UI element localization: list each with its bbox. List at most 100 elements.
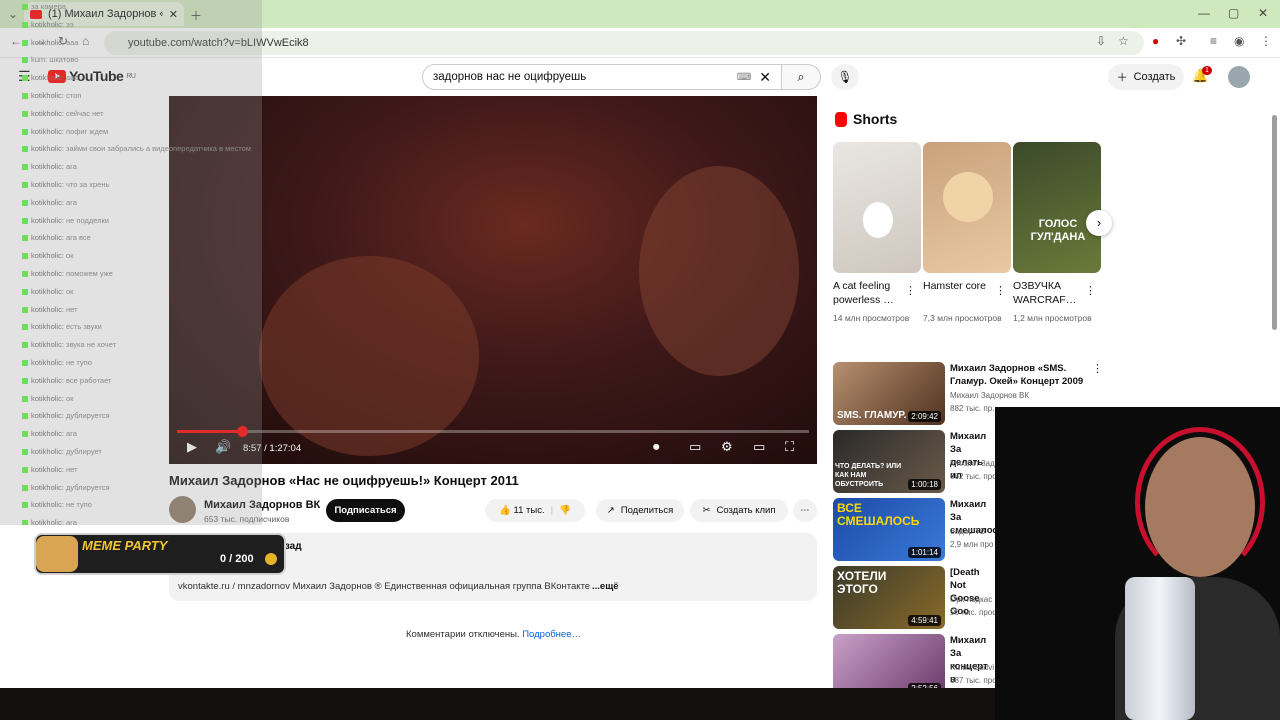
chat-badge-icon	[22, 146, 28, 153]
chat-message: kotikholic: сейчас нет	[22, 109, 104, 118]
settings-gear-icon[interactable]: ⚙	[721, 439, 733, 455]
chat-badge-icon	[22, 21, 28, 28]
chat-nick: kotikholic:	[31, 162, 67, 172]
chat-message: kotikholic: ага	[22, 518, 77, 525]
chat-message: за камера	[22, 2, 66, 11]
headphones	[1135, 427, 1265, 577]
voice-search-button[interactable]: 🎙	[831, 64, 859, 90]
page-scrollbar[interactable]	[1272, 115, 1277, 330]
related-meta: 56 тыс. прос	[950, 608, 995, 617]
search-input[interactable]: задорнов нас не оцифруешь	[433, 71, 737, 83]
subtitles-icon[interactable]: ▭	[689, 439, 701, 455]
more-actions-button[interactable]: ⋯	[793, 499, 817, 522]
related-channel[interactable]: Михаил Задорнов ВК	[950, 390, 1029, 402]
chat-text: дублируется	[66, 482, 110, 492]
chat-message: kotikholic: ок	[22, 287, 73, 296]
chat-text: ага	[66, 429, 77, 439]
video-progress-bar[interactable]	[177, 426, 809, 437]
shorts-heading: Shorts	[835, 111, 897, 127]
chat-badge-icon	[22, 128, 28, 135]
related-title[interactable]: Михаил Задорнов «SMS. Гламур. Окей» Конц…	[950, 362, 1088, 388]
chat-nick: kotikholic:	[31, 19, 67, 29]
related-thumbnail[interactable]: ХОТЕЛИ ЭТОГО 4:59:41	[833, 566, 945, 629]
fullscreen-icon[interactable]: ⛶	[785, 439, 794, 455]
related-channel[interactable]: Орк-подкас	[950, 594, 995, 606]
related-duration: 2:09:42	[908, 411, 941, 422]
short-menu-icon[interactable]: ⋮	[995, 284, 1006, 297]
related-channel[interactable]: Rufus Gudvi	[950, 662, 995, 674]
video-player[interactable]: ▶ 🔊 8:57 / 1:27:04 ⏺ ▭ ⚙ ▭ ⛶	[169, 96, 817, 464]
clip-button[interactable]: ✂ Создать клип	[690, 499, 788, 522]
beer-can	[1125, 577, 1195, 720]
description-more-link[interactable]: ...ещё	[592, 581, 619, 592]
bookmark-star-icon[interactable]: ☆	[1118, 34, 1129, 48]
learn-more-link[interactable]: Подробнее…	[522, 629, 581, 640]
related-thumbnail[interactable]: SMS. ГЛАМУР. 2:09:42	[833, 362, 945, 425]
share-button[interactable]: ↗ Поделиться	[596, 499, 684, 522]
chat-nick: kotikholic:	[31, 180, 67, 189]
chat-badge-icon	[22, 377, 28, 384]
keyboard-icon[interactable]: ⌨	[737, 72, 751, 83]
chat-nick: kotikholic:	[31, 358, 67, 367]
short-menu-icon[interactable]: ⋮	[1085, 284, 1096, 297]
related-meta: 687 тыс. про	[950, 676, 995, 685]
chat-text: ок	[66, 251, 74, 261]
chat-message: kotikholic: нет	[22, 305, 78, 314]
chat-text: ээ	[66, 19, 74, 29]
short-title[interactable]: ОЗВУЧКА WARCRAF…	[1013, 279, 1085, 307]
install-app-icon[interactable]: ⇩	[1096, 34, 1106, 48]
chat-message: kotikholic: не подделки	[22, 216, 109, 225]
chat-nick: kotikholic:	[31, 500, 67, 510]
related-channel[interactable]: Задор ТВ	[950, 526, 995, 538]
search-button[interactable]: ⌕	[781, 64, 821, 90]
related-channel[interactable]: Михаил Задо	[950, 458, 995, 470]
thumbs-down-icon: 👎	[559, 505, 571, 516]
related-menu-icon[interactable]: ⋮	[1092, 362, 1103, 375]
short-thumbnail[interactable]	[923, 142, 1011, 273]
related-thumbnail[interactable]: ЧТО ДЕЛАТЬ? ИЛИ КАК НАМ ОБУСТРОИТЬ 1:00:…	[833, 430, 945, 493]
short-cat-figure	[863, 202, 893, 238]
search-box[interactable]: задорнов нас не оцифруешь ⌨ ✕	[422, 64, 782, 90]
account-avatar[interactable]	[1228, 66, 1250, 88]
scissors-icon: ✂	[702, 505, 711, 516]
meme-party-counter: 0 / 200	[220, 553, 254, 565]
video-figure-right	[639, 166, 799, 376]
short-thumbnail[interactable]: ГОЛОС ГУЛ'ДАНА	[1013, 142, 1101, 273]
shorts-logo-icon	[835, 111, 847, 127]
browser-menu-icon[interactable]: ⋮	[1260, 34, 1272, 48]
extension-icon[interactable]: ●	[1152, 34, 1159, 48]
chat-text: ааа	[66, 37, 79, 47]
chat-text: есть звуки	[66, 322, 102, 332]
more-horizontal-icon: ⋯	[800, 505, 810, 516]
shorts-next-button[interactable]: ›	[1086, 210, 1112, 236]
short-thumbnail[interactable]	[833, 142, 921, 273]
window-close-icon[interactable]: ✕	[1258, 6, 1268, 20]
chat-badge-icon	[22, 360, 28, 367]
chat-badge-icon	[22, 395, 28, 402]
chat-nick: kotikholic:	[31, 411, 67, 421]
like-button[interactable]: 👍 11 тыс.	[499, 505, 545, 516]
maximize-icon[interactable]: ▢	[1228, 6, 1239, 20]
create-button[interactable]: ＋ Создать	[1108, 64, 1184, 90]
media-controls-icon[interactable]: ≡	[1210, 34, 1217, 48]
chevron-right-icon: ›	[1096, 215, 1102, 230]
related-thumbnail[interactable]: ВСЕ СМЕШАЛОСЬ 1:01:14	[833, 498, 945, 561]
chat-badge-icon	[22, 271, 28, 278]
profile-icon[interactable]: ◉	[1234, 34, 1244, 48]
short-title[interactable]: Hamster core	[923, 279, 995, 293]
bottom-dark-strip	[0, 688, 995, 720]
short-title[interactable]: A cat feeling powerless …	[833, 279, 905, 307]
comments-disabled-notice: Комментарии отключены. Подробнее…	[406, 629, 581, 640]
subscribe-button[interactable]: Подписаться	[326, 499, 405, 522]
minimize-icon[interactable]: —	[1198, 6, 1210, 20]
extensions-puzzle-icon[interactable]: ✣	[1176, 34, 1186, 48]
autoplay-toggle[interactable]: ⏺	[653, 439, 660, 455]
clip-label: Создать клип	[716, 505, 776, 516]
dislike-button[interactable]: 👎	[559, 505, 571, 516]
clear-search-icon[interactable]: ✕	[759, 69, 771, 86]
short-menu-icon[interactable]: ⋮	[905, 284, 916, 297]
chat-badge-icon	[22, 431, 28, 438]
chat-nick: kotikholic:	[31, 144, 67, 154]
theater-mode-icon[interactable]: ▭	[753, 439, 765, 455]
short-hamster-figure	[943, 172, 993, 222]
